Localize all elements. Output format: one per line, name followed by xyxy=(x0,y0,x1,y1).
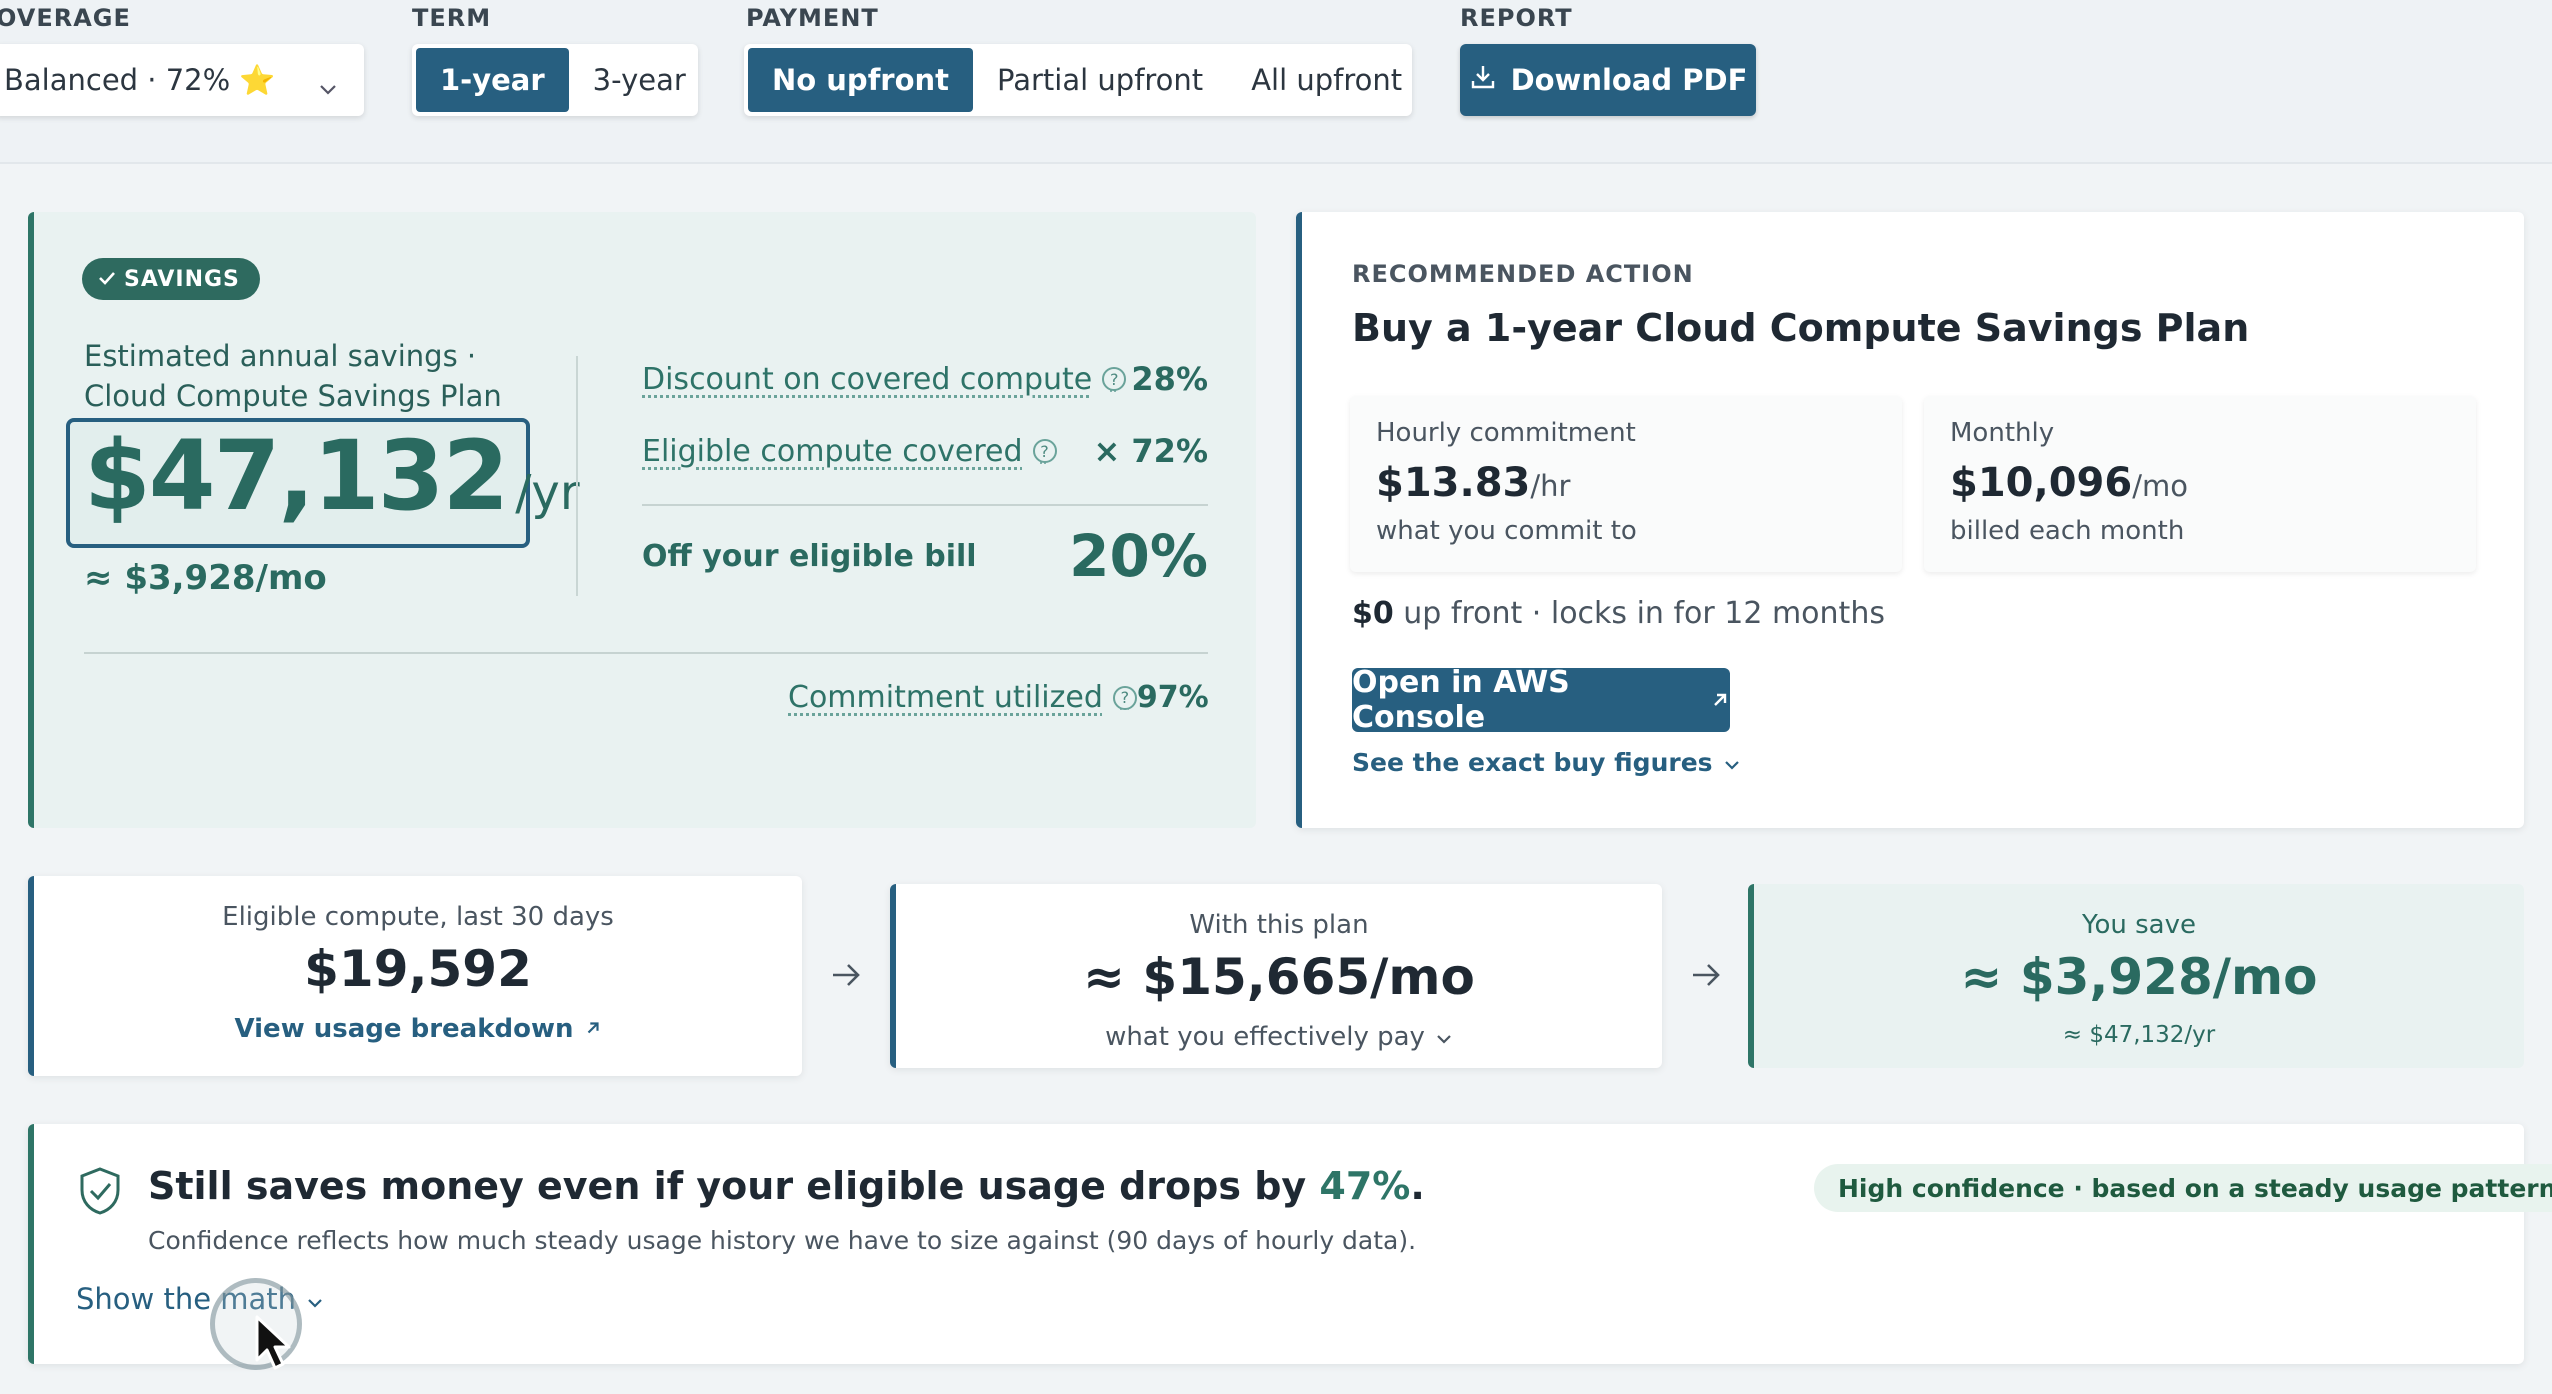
metric-row-discount: Discount on covered compute ? 28% xyxy=(642,360,1208,398)
coverage-select[interactable]: Balanced · 72% ⭐ xyxy=(0,44,364,116)
off-bill-value: 20% xyxy=(1069,522,1208,590)
payment-option-no-upfront[interactable]: No upfront xyxy=(748,48,974,112)
help-icon[interactable]: ? xyxy=(1032,439,1057,463)
eligible-compute-value: $19,592 xyxy=(304,940,532,998)
recommended-action-eyebrow: RECOMMENDED ACTION xyxy=(1352,260,1694,288)
monthly-billing-title: Monthly xyxy=(1950,418,2055,448)
with-plan-card: With this plan ≈ $15,665/mo what you eff… xyxy=(890,884,1662,1068)
you-save-card: You save ≈ $3,928/mo ≈ $47,132/yr xyxy=(1748,884,2524,1068)
you-save-subtitle: ≈ $47,132/yr xyxy=(2062,1022,2216,1048)
term-option-1-year[interactable]: 1-year xyxy=(416,48,569,112)
hourly-commitment-card: Hourly commitment $13.83/hr what you com… xyxy=(1350,396,1902,572)
monthly-billing-card: Monthly $10,096/mo billed each month xyxy=(1924,396,2476,572)
monthly-billing-unit: /mo xyxy=(2132,469,2188,503)
effective-pay-toggle[interactable]: what you effectively pay xyxy=(896,1022,1662,1052)
utilized-metric-value: 97% xyxy=(1136,680,1209,715)
coverage-metric-value: × 72% xyxy=(1093,432,1208,470)
savings-badge: SAVINGS xyxy=(82,258,260,300)
help-icon[interactable]: ? xyxy=(1112,685,1137,710)
external-link-icon xyxy=(584,1014,602,1044)
monthly-savings-value: ≈ $3,928/mo xyxy=(84,558,327,598)
annual-savings-label: Estimated annual savings · Cloud Compute… xyxy=(84,336,544,416)
see-buy-figures-label: See the exact buy figures xyxy=(1352,748,1713,777)
coverage-metric-label: Eligible compute covered xyxy=(642,433,1023,469)
discount-metric-link[interactable]: Discount on covered compute ? xyxy=(642,361,1127,397)
utilized-metric-link[interactable]: Commitment utilized ? xyxy=(788,680,1137,715)
hourly-commitment-subtitle: what you commit to xyxy=(1376,516,1637,546)
download-icon xyxy=(1469,63,1497,98)
chevron-down-icon xyxy=(306,1282,324,1316)
external-link-icon xyxy=(1710,683,1730,718)
download-pdf-label: Download PDF xyxy=(1510,63,1748,97)
metric-row-utilized: Commitment utilized ? 97% xyxy=(788,680,1209,715)
payment-option-partial-upfront[interactable]: Partial upfront xyxy=(973,48,1227,112)
confidence-title-prefix: Still saves money even if your eligible … xyxy=(148,1164,1320,1208)
you-save-value: ≈ $3,928/mo xyxy=(1960,948,2318,1006)
chevron-down-icon xyxy=(1723,748,1741,777)
with-plan-title: With this plan xyxy=(1189,910,1369,940)
payment-toggle: No upfront Partial upfront All upfront xyxy=(744,44,1412,116)
term-label: TERM xyxy=(412,4,492,32)
term-toggle: 1-year 3-year xyxy=(412,44,698,116)
hourly-commitment-title: Hourly commitment xyxy=(1376,418,1636,448)
mouse-cursor-icon xyxy=(254,1314,294,1376)
chevron-down-icon xyxy=(1435,1022,1453,1052)
chevron-down-icon xyxy=(318,70,338,104)
effective-pay-label: what you effectively pay xyxy=(1105,1022,1425,1052)
open-aws-console-label: Open in AWS Console xyxy=(1352,665,1570,735)
help-icon[interactable]: ? xyxy=(1102,367,1127,391)
confidence-title-value: 47% xyxy=(1319,1164,1411,1208)
shield-check-icon xyxy=(78,1166,122,1220)
off-bill-label: Off your eligible bill xyxy=(642,538,977,574)
annual-savings-value: $47,132/yr xyxy=(84,420,580,532)
monthly-billing-subtitle: billed each month xyxy=(1950,516,2185,546)
divider xyxy=(576,356,578,596)
discount-metric-value: 28% xyxy=(1131,360,1208,398)
divider xyxy=(642,504,1208,506)
utilized-metric-label: Commitment utilized xyxy=(788,680,1103,715)
payment-label: PAYMENT xyxy=(746,4,879,32)
confidence-title-suffix: . xyxy=(1410,1164,1425,1208)
upfront-summary: $0 up front · locks in for 12 months xyxy=(1352,596,1885,631)
monthly-billing-value: $10,096/mo xyxy=(1950,460,2188,506)
discount-metric-label: Discount on covered compute xyxy=(642,361,1093,397)
divider xyxy=(84,652,1208,654)
confidence-title: Still saves money even if your eligible … xyxy=(148,1164,1425,1208)
payment-option-all-upfront[interactable]: All upfront xyxy=(1227,48,1426,112)
upfront-text: up front · locks in for 12 months xyxy=(1393,596,1885,631)
term-option-3-year[interactable]: 3-year xyxy=(569,48,710,112)
annual-savings-label-line1: Estimated annual savings · xyxy=(84,339,477,373)
coverage-metric-link[interactable]: Eligible compute covered ? xyxy=(642,434,1057,469)
coverage-select-value: Balanced · 72% ⭐ xyxy=(4,62,276,97)
metric-row-off-bill: Off your eligible bill 20% xyxy=(642,522,1208,590)
you-save-title: You save xyxy=(2082,910,2196,940)
annual-savings-unit: /yr xyxy=(515,465,580,521)
monthly-billing-amount: $10,096 xyxy=(1950,460,2133,506)
with-plan-value: ≈ $15,665/mo xyxy=(1083,948,1475,1006)
arrow-right-icon xyxy=(830,958,862,998)
annual-savings-amount: $47,132 xyxy=(84,420,509,532)
report-label: REPORT xyxy=(1460,4,1573,32)
hourly-commitment-amount: $13.83 xyxy=(1376,460,1531,506)
hourly-commitment-value: $13.83/hr xyxy=(1376,460,1570,506)
savings-badge-label: SAVINGS xyxy=(124,266,240,292)
view-usage-breakdown-link[interactable]: View usage breakdown xyxy=(34,1014,802,1044)
upfront-amount: $0 xyxy=(1352,596,1394,631)
see-buy-figures-link[interactable]: See the exact buy figures xyxy=(1352,748,1741,777)
download-pdf-button[interactable]: Download PDF xyxy=(1460,44,1756,116)
check-icon xyxy=(98,267,116,292)
eligible-compute-title: Eligible compute, last 30 days xyxy=(222,902,614,932)
metric-row-coverage: Eligible compute covered ? × 72% xyxy=(642,432,1208,470)
arrow-right-icon xyxy=(1690,958,1722,998)
eligible-compute-card: Eligible compute, last 30 days $19,592 V… xyxy=(28,876,802,1076)
confidence-subtitle: Confidence reflects how much steady usag… xyxy=(148,1226,1417,1255)
view-usage-breakdown-label: View usage breakdown xyxy=(234,1014,574,1044)
recommended-action-title: Buy a 1-year Cloud Compute Savings Plan xyxy=(1352,306,2250,350)
annual-savings-label-line2: Cloud Compute Savings Plan xyxy=(84,379,502,413)
coverage-label: OVERAGE xyxy=(0,4,131,32)
hourly-commitment-unit: /hr xyxy=(1530,469,1571,503)
confidence-badge: High confidence · based on a steady usag… xyxy=(1814,1164,2552,1212)
open-aws-console-button[interactable]: Open in AWS Console xyxy=(1352,665,1730,735)
